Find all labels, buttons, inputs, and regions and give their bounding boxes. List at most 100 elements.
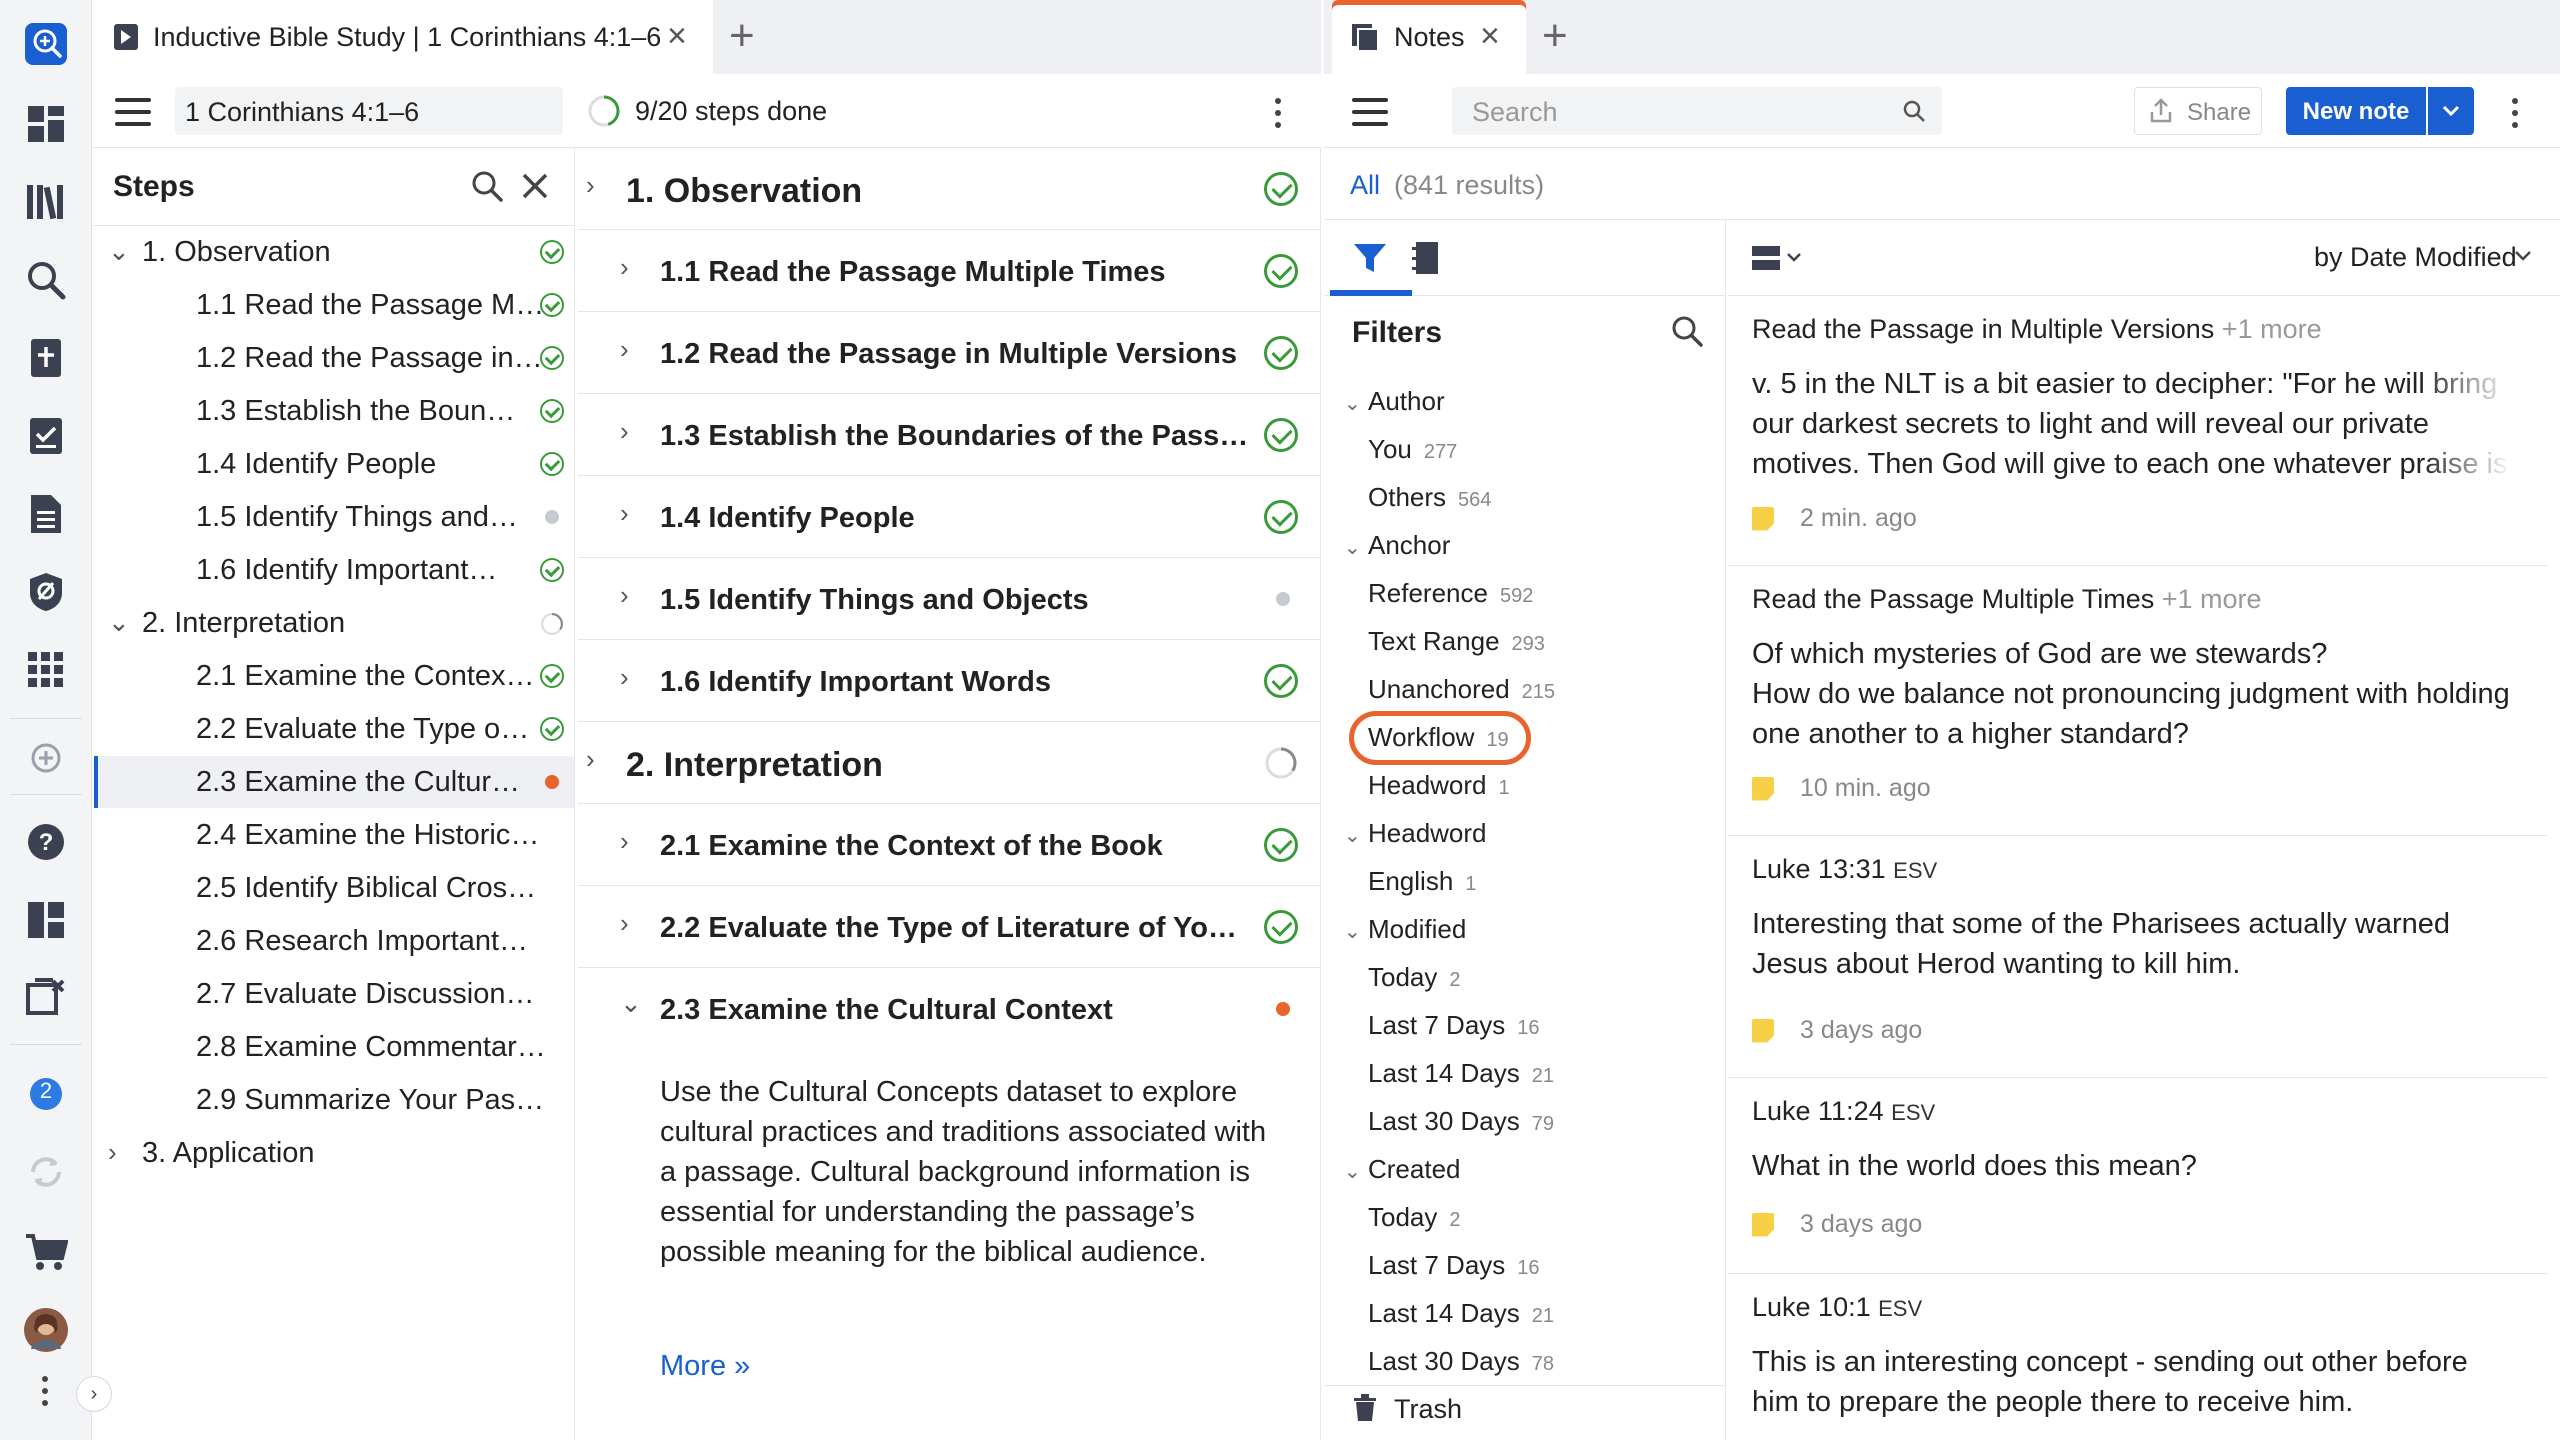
menu-icon[interactable]	[1352, 98, 1388, 126]
close-icon[interactable]: ×	[667, 18, 687, 54]
chevron-right-icon[interactable]: ›	[620, 908, 629, 939]
more-link[interactable]: More »	[660, 1350, 750, 1383]
filter-option[interactable]: Last 30 Days 79	[1368, 1106, 1554, 1137]
share-button[interactable]: Share	[2134, 87, 2262, 135]
filter-option[interactable]: Today 2	[1368, 1202, 1461, 1233]
new-note-dropdown[interactable]	[2428, 87, 2474, 135]
step-item[interactable]: 2.5 Identify Biblical Cross…	[94, 862, 574, 914]
avatar[interactable]	[22, 1306, 70, 1354]
cart-icon[interactable]	[22, 1228, 70, 1276]
chevron-right-icon[interactable]: ›	[620, 334, 629, 365]
step-item[interactable]: 1.6 Identify Important…	[94, 544, 574, 596]
add-tab-button[interactable]: +	[1542, 14, 1568, 58]
step-item[interactable]: 2.6 Research Important…	[94, 915, 574, 967]
main-step-row[interactable]: ⌄ 2.3 Examine the Cultural Context	[578, 968, 1320, 1050]
notification-badge[interactable]: 2	[22, 1070, 70, 1118]
filter-option[interactable]: Today 2	[1368, 962, 1461, 993]
chevron-right-icon[interactable]: ›	[620, 662, 629, 693]
layout-icon[interactable]	[22, 896, 70, 944]
more-icon[interactable]	[1275, 98, 1283, 134]
filter-option[interactable]: Others 564	[1368, 482, 1491, 513]
close-icon[interactable]	[521, 172, 549, 200]
shield-icon[interactable]	[22, 568, 70, 616]
step-item[interactable]: 1.3 Establish the Boun…	[94, 385, 574, 437]
chevron-down-icon[interactable]: ⌄	[620, 988, 642, 1019]
filter-option[interactable]: Last 30 Days 78	[1368, 1346, 1554, 1377]
filter-option[interactable]: Reference 592	[1368, 578, 1533, 609]
add-book-icon[interactable]	[22, 334, 70, 382]
step-item[interactable]: 2.8 Examine Commentar…	[94, 1021, 574, 1073]
filter-option[interactable]: Last 7 Days 16	[1368, 1010, 1540, 1041]
note-more[interactable]: +1 more	[2162, 584, 2262, 614]
main-section-row[interactable]: › 1. Observation	[578, 148, 1320, 230]
filter-group[interactable]: ⌄ Modified	[1344, 914, 1466, 945]
main-step-row[interactable]: › 1.2 Read the Passage in Multiple Versio…	[578, 312, 1320, 394]
more-icon[interactable]	[42, 1376, 50, 1412]
chevron-right-icon[interactable]: ›	[586, 170, 595, 201]
search-icon[interactable]	[471, 170, 503, 202]
filter-option[interactable]: Last 14 Days 21	[1368, 1298, 1554, 1329]
main-step-row[interactable]: › 1.6 Identify Important Words	[578, 640, 1320, 722]
step-item[interactable]: 1.2 Read the Passage in…	[94, 332, 574, 384]
close-panels-icon[interactable]	[22, 972, 70, 1020]
chevron-right-icon[interactable]: ›	[620, 826, 629, 857]
chevron-right-icon[interactable]: ›	[620, 498, 629, 529]
main-step-row[interactable]: › 1.4 Identify People	[578, 476, 1320, 558]
filter-group[interactable]: ⌄ Author	[1344, 386, 1445, 417]
step-item[interactable]: 1.4 Identify People	[94, 438, 574, 490]
step-group-row[interactable]: ⌄ 2. Interpretation	[94, 597, 574, 649]
main-step-row[interactable]: › 1.1 Read the Passage Multiple Times	[578, 230, 1320, 312]
step-item[interactable]: 2.2 Evaluate the Type o…	[94, 703, 574, 755]
step-item[interactable]: 1.1 Read the Passage M…	[94, 279, 574, 331]
apps-icon[interactable]	[22, 646, 70, 694]
step-group-row[interactable]: ⌄ 1. Observation	[94, 226, 574, 278]
main-section-row[interactable]: › 2. Interpretation	[578, 722, 1320, 804]
filter-group[interactable]: ⌄ Headword	[1344, 818, 1487, 849]
filter-option[interactable]: You 277	[1368, 434, 1457, 465]
trash-link[interactable]: Trash	[1394, 1394, 1462, 1425]
main-step-row[interactable]: › 2.2 Evaluate the Type of Literature of …	[578, 886, 1320, 968]
filter-option[interactable]: English 1	[1368, 866, 1476, 897]
main-step-row[interactable]: › 2.1 Examine the Context of the Book	[578, 804, 1320, 886]
notebook-icon[interactable]	[1412, 240, 1442, 276]
sync-icon[interactable]	[22, 1148, 70, 1196]
tab-notes[interactable]: Notes ×	[1332, 0, 1526, 74]
note-more[interactable]: +1 more	[2222, 314, 2322, 344]
step-item[interactable]: 2.9 Summarize Your Pass…	[94, 1074, 574, 1126]
chevron-right-icon[interactable]: ›	[108, 1137, 117, 1168]
library-icon[interactable]	[22, 178, 70, 226]
checklist-icon[interactable]	[22, 412, 70, 460]
note-card[interactable]: Read the Passage in Multiple Versions +1…	[1728, 296, 2548, 566]
document-icon[interactable]	[22, 490, 70, 538]
filter-option[interactable]: Last 14 Days 21	[1368, 1058, 1554, 1089]
search-bible-icon[interactable]	[22, 20, 70, 68]
step-item[interactable]: 2.7 Evaluate Discussions…	[94, 968, 574, 1020]
add-circle-icon[interactable]	[22, 734, 70, 782]
filter-option[interactable]: Unanchored 215	[1368, 674, 1555, 705]
step-item[interactable]: 2.4 Examine the Historica…	[94, 809, 574, 861]
step-item[interactable]: 2.1 Examine the Contex…	[94, 650, 574, 702]
dashboard-icon[interactable]	[22, 100, 70, 148]
help-icon[interactable]: ?	[22, 818, 70, 866]
chevron-right-icon[interactable]: ›	[620, 416, 629, 447]
step-item[interactable]: 1.5 Identify Things and…	[94, 491, 574, 543]
chevron-right-icon[interactable]: ›	[620, 252, 629, 283]
step-group-row[interactable]: › 3. Application	[94, 1127, 574, 1179]
filter-tab[interactable]	[1330, 220, 1412, 296]
filter-option[interactable]: Headword 1	[1368, 770, 1510, 801]
chevron-right-icon[interactable]: ›	[620, 580, 629, 611]
close-icon[interactable]: ×	[1480, 18, 1500, 54]
chevron-right-icon[interactable]: ›	[586, 744, 595, 775]
main-step-row[interactable]: › 1.3 Establish the Boundaries of the Pas…	[578, 394, 1320, 476]
chevron-down-icon[interactable]: ⌄	[108, 607, 130, 638]
reference-box[interactable]: 1 Corinthians 4:1–6	[175, 87, 563, 135]
step-item[interactable]: 2.3 Examine the Cultur…	[94, 756, 574, 808]
new-note-button[interactable]: New note	[2286, 87, 2426, 135]
sort-dropdown[interactable]: by Date Modified	[2314, 242, 2517, 273]
note-card[interactable]: Luke 10:1 ESV This is an interesting conc…	[1728, 1274, 2548, 1440]
results-all-link[interactable]: All	[1350, 170, 1380, 201]
view-mode-icon[interactable]	[1752, 244, 1804, 274]
note-card[interactable]: Read the Passage Multiple Times +1 more O…	[1728, 566, 2548, 836]
search-icon[interactable]	[1670, 314, 1704, 348]
filter-group[interactable]: ⌄ Created	[1344, 1154, 1461, 1185]
